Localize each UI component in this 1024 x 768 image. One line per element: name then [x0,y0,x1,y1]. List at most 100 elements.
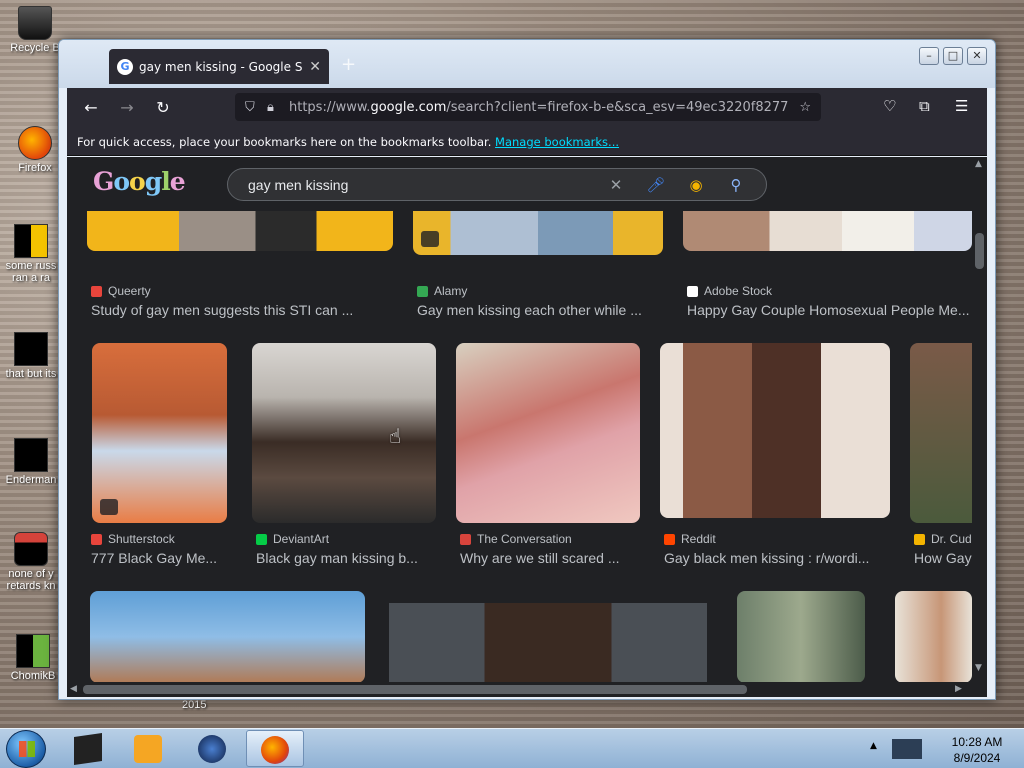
clear-icon[interactable]: ✕ [596,176,636,194]
result-source[interactable]: Shutterstock [91,532,227,546]
taskbar-app[interactable] [184,730,242,767]
clock[interactable]: 10:28 AM 8/9/2024 [944,734,1010,766]
result-image[interactable] [456,343,640,523]
tray-expand-icon[interactable]: ▲ [870,741,877,751]
result-image[interactable] [389,603,707,683]
result-image[interactable] [90,591,365,683]
desktop-icon-recycle-bin[interactable]: Recycle B [4,6,66,54]
result-image[interactable] [92,343,227,523]
desktop-icon-file[interactable]: none of y retards kn [0,532,62,592]
forward-icon[interactable]: → [109,98,145,117]
desktop-icon-file[interactable]: some russ ran a ra [0,224,62,284]
firefox-icon [18,126,52,160]
minimize-icon[interactable]: – [919,47,939,65]
result-caption[interactable]: Study of gay men suggests this STI can .… [91,302,391,318]
result-caption[interactable]: How Gay [914,550,972,566]
url-bar[interactable]: ⛉ 🔒︎ https://www.google.com/search?clien… [235,93,821,121]
network-icon[interactable] [892,739,922,759]
result-image[interactable] [895,591,972,683]
tab-close-icon[interactable]: ✕ [309,59,321,75]
taskbar-app-firefox[interactable] [246,730,304,767]
reload-icon[interactable]: ↻ [145,98,181,117]
back-icon[interactable]: ← [73,98,109,117]
mic-icon[interactable]: 🎤︎ [636,176,676,194]
bookmarks-toolbar: For quick access, place your bookmarks h… [67,126,987,156]
search-box[interactable]: ✕ 🎤︎ ◉ ⚲ [227,168,767,201]
clock-time: 10:28 AM [951,735,1003,749]
result-image[interactable] [910,343,972,523]
adobe-stock-favicon-icon [687,285,698,297]
maximize-icon[interactable]: □ [943,47,963,65]
desktop-icon-label: Recycle B [10,42,60,54]
result-caption[interactable]: Black gay man kissing b... [256,550,436,566]
vertical-scrollbar[interactable]: ▲ ▼ [972,157,987,682]
the-conversation-favicon-icon [460,533,471,545]
desktop-icon-label: Firefox [18,162,52,174]
lock-icon[interactable]: 🔒︎ [267,100,289,115]
deviantart-favicon-icon [256,533,267,545]
close-icon[interactable]: ✕ [967,47,987,65]
scroll-up-icon[interactable]: ▲ [975,159,982,169]
windows-logo-icon [19,741,35,757]
google-results-page: Queerty Study of gay men suggests this S… [67,157,987,697]
result-source[interactable]: Queerty [91,284,381,298]
scroll-right-icon[interactable]: ▶ [955,684,962,694]
menu-icon[interactable]: ☰ [955,97,968,115]
image-badge-icon [100,499,118,515]
search-input[interactable] [248,176,596,193]
desktop-icon-firefox[interactable]: Firefox [4,126,66,174]
taskbar-app[interactable] [60,730,118,767]
result-source[interactable]: Alamy [417,284,657,298]
result-caption[interactable]: Happy Gay Couple Homosexual People Me... [687,302,972,318]
url-text[interactable]: https://www.google.com/search?client=fir… [289,100,789,115]
result-image[interactable] [660,343,890,518]
taskbar-app[interactable] [120,730,178,767]
horizontal-scrollbar[interactable]: ◀ ▶ [67,682,972,697]
result-image[interactable] [737,591,865,683]
google-header: Google ✕ 🎤︎ ◉ ⚲ [67,157,972,211]
result-caption[interactable]: Gay men kissing each other while ... [417,302,663,318]
result-image[interactable] [252,343,436,523]
desktop-icon-label: ChomikB [10,670,56,682]
result-source[interactable]: Adobe Stock [687,284,967,298]
scroll-down-icon[interactable]: ▼ [975,663,982,673]
search-icon[interactable]: ⚲ [716,176,756,194]
browser-tab[interactable]: G gay men kissing - Google Search ✕ [109,49,329,84]
scroll-left-icon[interactable]: ◀ [70,684,77,694]
system-tray[interactable]: ▲ [864,729,944,768]
pocket-icon[interactable]: ♡ [883,97,896,115]
app-icon [74,733,102,765]
file-icon [14,332,48,366]
result-caption[interactable]: Gay black men kissing : r/wordi... [664,550,890,566]
desktop-icon-app[interactable]: ChomikB [2,634,64,682]
result-source[interactable]: DeviantArt [256,532,436,546]
result-source[interactable]: Dr. Cud [914,532,972,546]
desktop-icon-label: some russ ran a ra [5,260,57,284]
title-bar: G gay men kissing - Google Search ✕ + – … [59,40,995,88]
browser-window: G gay men kissing - Google Search ✕ + – … [58,39,996,700]
recycle-bin-icon [18,6,52,40]
bookmarks-hint: For quick access, place your bookmarks h… [77,135,492,149]
desktop-icon-file[interactable]: that but its [0,332,62,380]
desktop-icon-label: Enderman [5,474,57,486]
desktop-year-label: 2015 [182,699,207,711]
globe-icon [198,735,226,763]
result-source[interactable]: Reddit [664,532,890,546]
tab-title: gay men kissing - Google Search [139,59,303,74]
scroll-thumb[interactable] [83,685,747,694]
file-icon [14,224,48,258]
desktop-icon-file[interactable]: Enderman [0,438,62,486]
scroll-thumb[interactable] [975,233,984,269]
result-source[interactable]: The Conversation [460,532,640,546]
result-caption[interactable]: 777 Black Gay Me... [91,550,227,566]
taskbar: ▲ 10:28 AM 8/9/2024 [0,728,1024,768]
lens-icon[interactable]: ◉ [676,176,716,194]
extensions-icon[interactable]: ⧉ [919,97,930,115]
manage-bookmarks-link[interactable]: Manage bookmarks... [495,135,619,149]
bookmark-star-icon[interactable]: ☆ [789,100,811,115]
new-tab-button[interactable]: + [341,54,356,75]
result-caption[interactable]: Why are we still scared ... [460,550,640,566]
shield-icon[interactable]: ⛉ [245,100,267,115]
start-button[interactable] [6,730,46,768]
google-doodle-logo[interactable]: Google [93,167,186,196]
